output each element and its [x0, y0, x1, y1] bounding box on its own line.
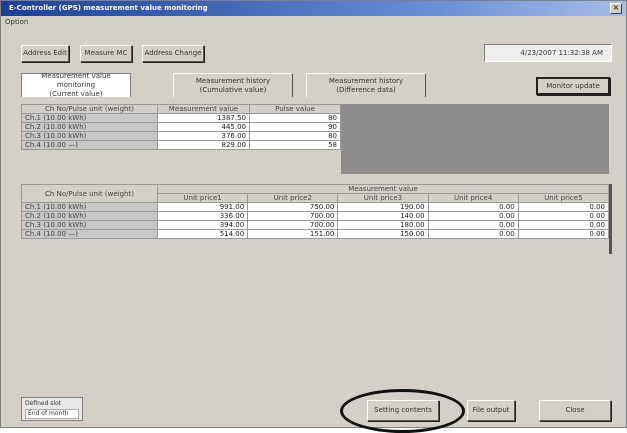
- cell-ch: Ch.4 (10.00 —): [21, 140, 158, 150]
- tab-difference-data[interactable]: Measurement history (Difference data): [306, 73, 426, 97]
- table-row[interactable]: Ch.4 (10.00 —) 829.00 58: [21, 140, 341, 150]
- cell-measurement: 376.00: [157, 131, 250, 141]
- address-edit-button[interactable]: Address Edit: [21, 45, 69, 62]
- tab-current-value[interactable]: Measurement value monitoring (Current va…: [21, 72, 131, 98]
- cell-pulse: 90: [249, 122, 341, 132]
- table-row[interactable]: Ch.1 (10.00 kWh) 991.00 750.00 190.00 0.…: [21, 202, 610, 212]
- tab-label: Measurement history: [328, 76, 404, 85]
- table-row[interactable]: Ch.3 (10.00 kWh) 394.00 700.00 180.00 0.…: [21, 220, 610, 230]
- col-header-ch: Ch No/Pulse unit (weight): [21, 104, 158, 114]
- defined-slot-label: Defined slot: [25, 400, 62, 407]
- col-header-pulse: Pulse value: [249, 104, 341, 114]
- cell-measurement: 445.00: [157, 122, 250, 132]
- cell-ch: Ch.4 (10.00 —): [21, 229, 158, 239]
- window-title: E-Controller (GPS) measurement value mon…: [9, 4, 208, 12]
- tab-cumulative-value[interactable]: Measurement history (Cumulative value): [173, 73, 293, 97]
- cell-unit-price2: 700.00: [247, 211, 339, 221]
- highlight-ellipse: [340, 389, 465, 433]
- cell-pulse: 80: [249, 113, 341, 123]
- measure-mc-button[interactable]: Measure MC: [80, 45, 132, 62]
- cell-measurement: 829.00: [157, 140, 250, 150]
- cell-unit-price1: 336.00: [156, 211, 249, 221]
- col-header-unit-price4: Unit price4: [427, 193, 519, 203]
- monitor-update-button[interactable]: Monitor update: [536, 77, 610, 95]
- tab-sublabel: (Current value): [49, 90, 103, 98]
- defined-slot-box: Defined slot End of month: [21, 397, 83, 421]
- cell-ch: Ch.2 (10.00 kWh): [21, 211, 158, 221]
- col-header-unit-price2: Unit price2: [247, 193, 339, 203]
- current-value-table: Ch No/Pulse unit (weight) Measurement va…: [21, 104, 341, 150]
- cell-unit-price3: 180.00: [337, 220, 429, 230]
- table-row[interactable]: Ch.1 (10.00 kWh) 1387.50 80: [21, 113, 341, 123]
- cell-ch: Ch.3 (10.00 kWh): [21, 131, 158, 141]
- tab-sublabel: (Difference data): [336, 85, 396, 94]
- cell-unit-price3: 140.00: [337, 211, 429, 221]
- window-title-bar: E-Controller (GPS) measurement value mon…: [1, 1, 626, 16]
- unit-price-table: Ch No/Pulse unit (weight) Measurement va…: [21, 184, 610, 239]
- close-button[interactable]: Close: [539, 400, 611, 421]
- cell-unit-price1: 394.00: [156, 220, 249, 230]
- cell-unit-price2: 700.00: [247, 220, 339, 230]
- tab-label: Measurement history: [195, 76, 271, 85]
- file-output-button[interactable]: File output: [467, 400, 515, 421]
- empty-grid-area: [341, 104, 609, 174]
- cell-unit-price4: 0.00: [427, 229, 519, 239]
- cell-unit-price2: 151.00: [247, 229, 339, 239]
- cell-ch: Ch.1 (10.00 kWh): [21, 113, 158, 123]
- col-header-measurement-group: Measurement value: [157, 184, 609, 194]
- cell-unit-price5: 0.00: [517, 220, 610, 230]
- cell-unit-price1: 991.00: [156, 202, 249, 212]
- col-header-unit-price3: Unit price3: [337, 193, 429, 203]
- address-change-button[interactable]: Address Change: [142, 45, 204, 62]
- cell-measurement: 1387.50: [157, 113, 250, 123]
- cell-unit-price5: 0.00: [517, 229, 610, 239]
- table-row[interactable]: Ch.4 (10.00 —) 514.00 151.00 150.00 0.00…: [21, 229, 610, 239]
- col-header-measurement: Measurement value: [157, 104, 250, 114]
- cell-unit-price5: 0.00: [517, 202, 610, 212]
- cell-ch: Ch.3 (10.00 kWh): [21, 220, 158, 230]
- table-row[interactable]: Ch.2 (10.00 kWh) 445.00 90: [21, 122, 341, 132]
- cell-pulse: 80: [249, 131, 341, 141]
- cell-unit-price3: 150.00: [337, 229, 429, 239]
- tab-sublabel: (Cumulative value): [199, 85, 267, 94]
- cell-unit-price3: 190.00: [337, 202, 429, 212]
- cell-ch: Ch.2 (10.00 kWh): [21, 122, 158, 132]
- cell-unit-price4: 0.00: [427, 220, 519, 230]
- cell-unit-price4: 0.00: [427, 202, 519, 212]
- cell-unit-price2: 750.00: [247, 202, 339, 212]
- cell-unit-price5: 0.00: [517, 211, 610, 221]
- cell-pulse: 58: [249, 140, 341, 150]
- col-header-unit-price5: Unit price5: [517, 193, 610, 203]
- datetime-display: 4/23/2007 11:32:38 AM: [484, 44, 612, 62]
- col-header-ch: Ch No/Pulse unit (weight): [21, 184, 158, 203]
- app-window: E-Controller (GPS) measurement value mon…: [0, 0, 627, 433]
- table-scrollbar-edge[interactable]: [609, 184, 612, 254]
- tab-label: Measurement value monitoring: [41, 72, 111, 89]
- cell-unit-price4: 0.00: [427, 211, 519, 221]
- col-header-unit-price1: Unit price1: [156, 193, 249, 203]
- cell-ch: Ch.1 (10.00 kWh): [21, 202, 158, 212]
- table-row[interactable]: Ch.2 (10.00 kWh) 336.00 700.00 140.00 0.…: [21, 211, 610, 221]
- cell-unit-price1: 514.00: [156, 229, 249, 239]
- menu-option[interactable]: Option: [5, 18, 28, 26]
- defined-slot-value: End of month: [25, 409, 79, 419]
- window-close-icon[interactable]: ×: [610, 3, 622, 14]
- table-row[interactable]: Ch.3 (10.00 kWh) 376.00 80: [21, 131, 341, 141]
